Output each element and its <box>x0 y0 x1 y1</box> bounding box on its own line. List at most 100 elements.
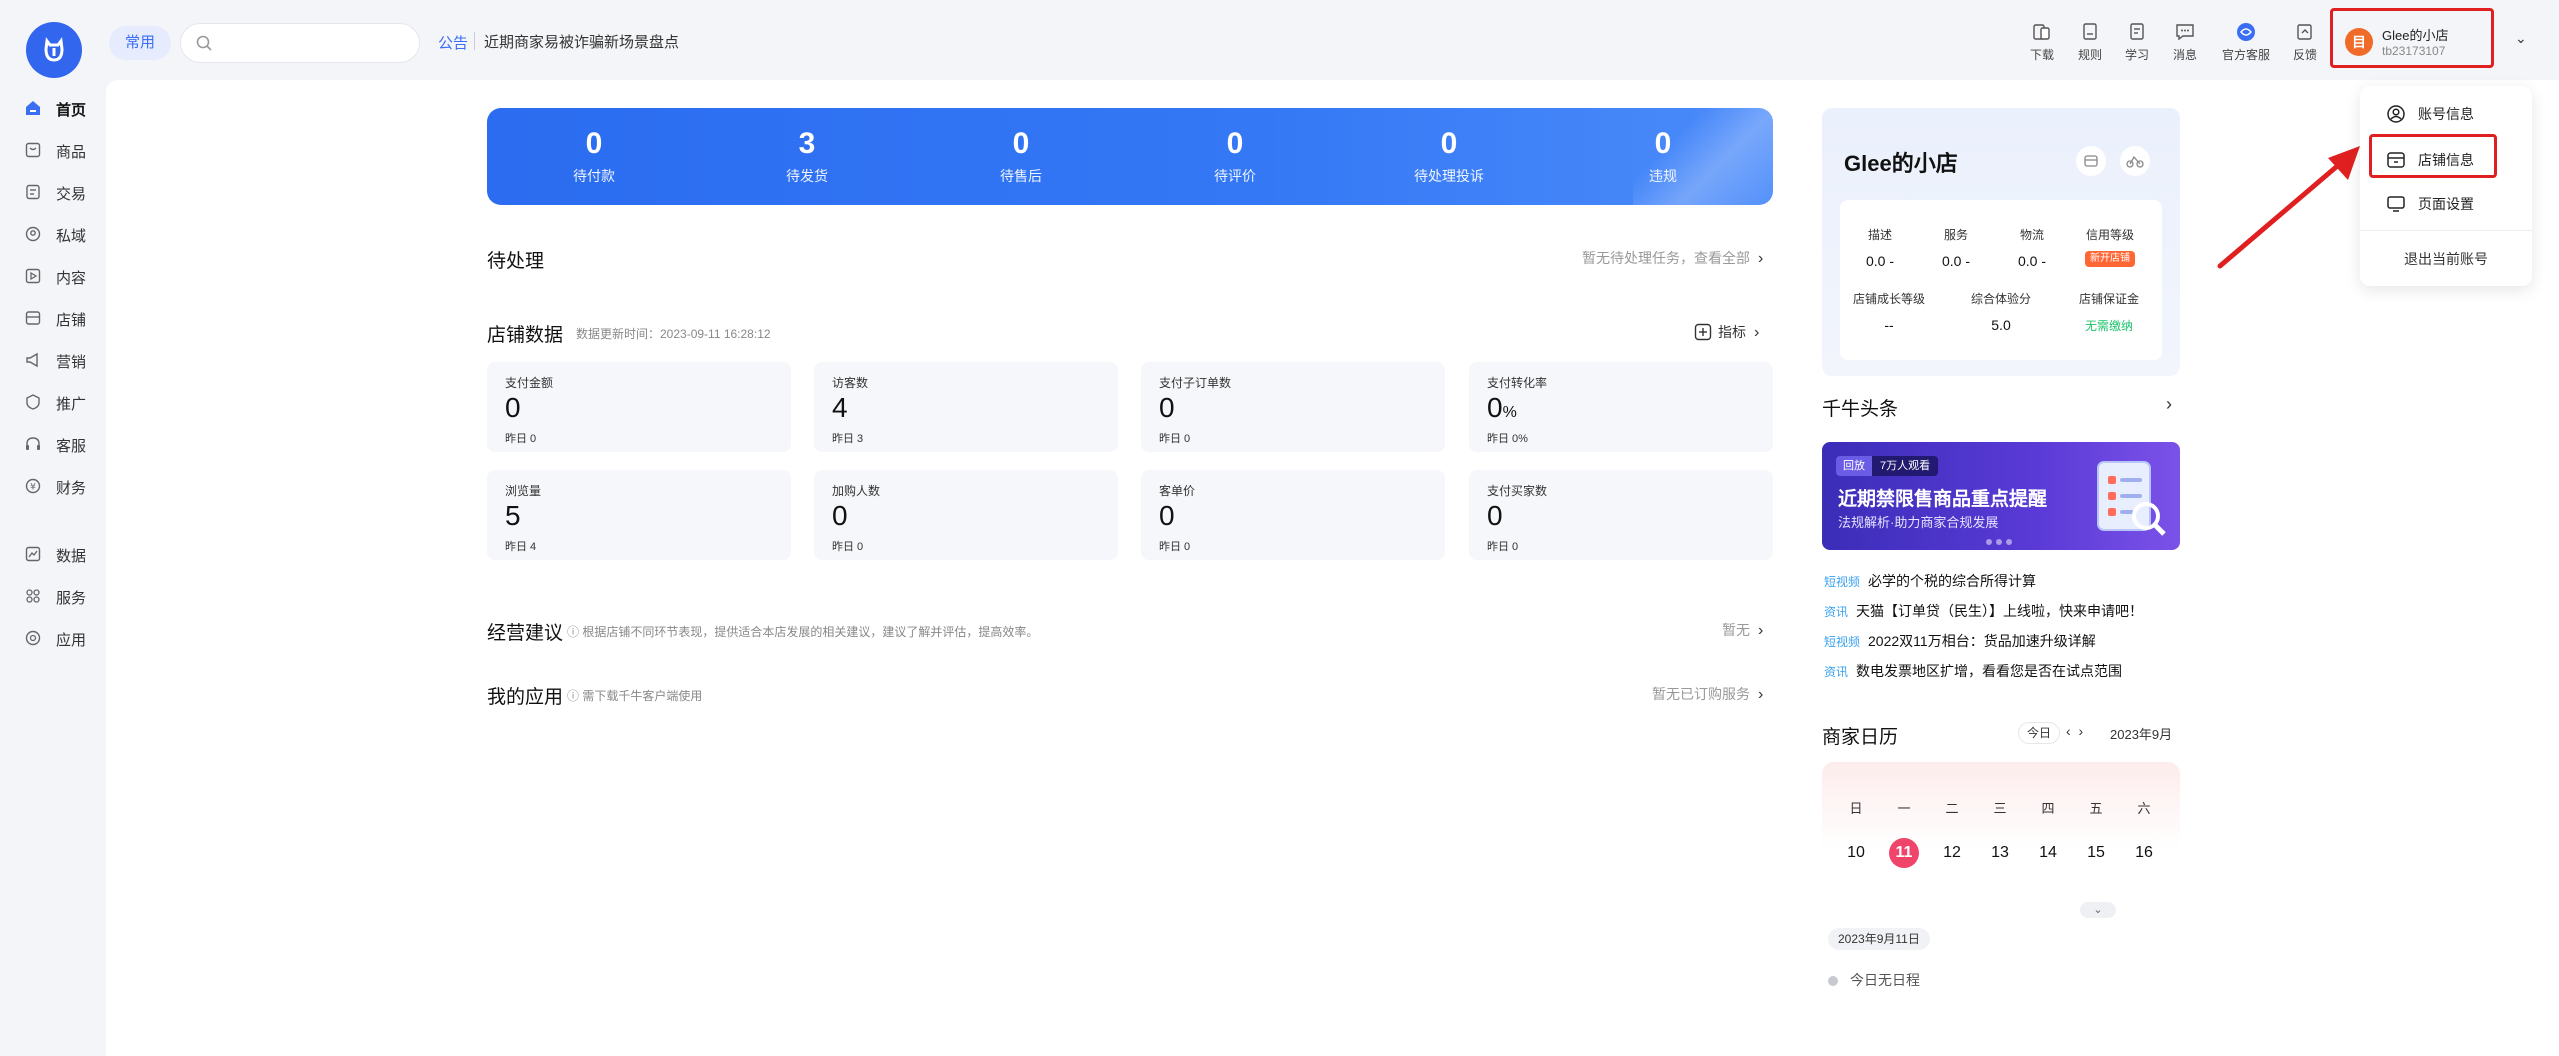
news-text: 2022双11万相台：货品加速升级详解 <box>1868 633 2096 649</box>
carousel-dot[interactable] <box>1996 539 2002 545</box>
carousel-dot[interactable] <box>1986 539 1992 545</box>
news-item[interactable]: 短视频 2022双11万相台：货品加速升级详解 <box>1824 631 2096 651</box>
stat-pending-shipment[interactable]: 3 待发货 <box>747 128 867 186</box>
stat-complaints[interactable]: 0 待处理投诉 <box>1389 128 1509 186</box>
menu-logout[interactable]: 退出当前账号 <box>2360 249 2532 269</box>
calendar-day-selected[interactable]: 11 <box>1889 838 1919 868</box>
ad-tag-replay: 回放 <box>1836 456 1872 476</box>
trade-icon <box>26 184 40 200</box>
notice-tag[interactable]: 公告 <box>438 32 468 53</box>
todo-view-all[interactable]: 暂无待处理任务，查看全部 › <box>1582 248 1763 268</box>
qianniu-logo[interactable] <box>26 22 82 78</box>
metric-title: 浏览量 <box>505 484 542 498</box>
calendar-day[interactable]: 13 <box>1985 838 2015 868</box>
metric-deposit[interactable]: 店铺保证金 无需缴纳 <box>2064 290 2154 334</box>
sidebar-item-label: 首页 <box>56 102 87 119</box>
shop-account-button[interactable]: 目 Glee的小店 tb23173107 <box>2330 8 2494 68</box>
notice-text[interactable]: 近期商家易被诈骗新场景盘点 <box>484 31 679 52</box>
top-bar: 常用 公告 近期商家易被诈骗新场景盘点 下载 规则 学习 消息 官方客服 反馈 … <box>0 0 2559 80</box>
tool-feedback[interactable]: 反馈 <box>2281 22 2329 63</box>
tool-official-service[interactable]: 官方客服 <box>2220 22 2272 63</box>
stat-label: 待售后 <box>1000 168 1042 184</box>
search-box[interactable] <box>180 23 420 63</box>
metric-service: 服务 0.0 - <box>1916 226 1996 269</box>
news-item[interactable]: 资讯 数电发票地区扩增，看看您是否在试点范围 <box>1824 661 2122 681</box>
menu-label: 页面设置 <box>2418 196 2474 212</box>
sidebar-item-home[interactable]: 首页 <box>24 94 104 122</box>
stat-label: 待付款 <box>573 168 615 184</box>
sidebar-item-apps[interactable]: 应用 <box>24 624 104 652</box>
chevron-left-icon[interactable]: ‹ <box>2066 723 2071 739</box>
calendar-day[interactable]: 15 <box>2081 838 2111 868</box>
metric-card-paying-buyers[interactable]: 支付买家数 0 昨日 0 <box>1469 470 1773 560</box>
chevron-right-icon[interactable]: › <box>2166 394 2172 415</box>
calendar-day[interactable]: 12 <box>1937 838 1967 868</box>
tool-download[interactable]: 下载 <box>2018 22 2066 63</box>
advice-note-text: 根据店铺不同环节表现，提供适合本店发展的相关建议，建议了解并评估，提高效率。 <box>582 625 1039 639</box>
weekday: 二 <box>1945 801 1959 816</box>
shop-delivery-icon[interactable] <box>2120 146 2150 176</box>
stat-violations[interactable]: 0 违规 <box>1603 128 1723 186</box>
sidebar-item-marketing[interactable]: 营销 <box>24 346 104 374</box>
tool-learn[interactable]: 学习 <box>2113 22 2161 63</box>
data-icon <box>25 546 41 562</box>
metric-value: 0 <box>1159 392 1175 423</box>
calendar-day[interactable]: 14 <box>2033 838 2063 868</box>
metric-title: 支付转化率 <box>1487 376 1548 390</box>
chevron-down-icon[interactable]: ⌄ <box>2515 30 2527 47</box>
sidebar-item-label: 店铺 <box>56 312 87 329</box>
calendar-day[interactable]: 10 <box>1841 838 1871 868</box>
search-input[interactable] <box>221 28 411 58</box>
metric-card-page-views[interactable]: 浏览量 5 昨日 4 <box>487 470 791 560</box>
sidebar-item-data[interactable]: 数据 <box>24 540 104 568</box>
chevron-right-icon: › <box>1754 324 1760 341</box>
sidebar-item-private[interactable]: 私域 <box>24 220 104 248</box>
sidebar-item-store[interactable]: 店铺 <box>24 304 104 332</box>
weekday: 五 <box>2089 801 2103 816</box>
advice-more[interactable]: 暂无 › <box>1722 620 1763 640</box>
calendar-expand-button[interactable]: ⌄ <box>2080 902 2116 918</box>
metric-title: 支付买家数 <box>1487 484 1548 498</box>
news-item[interactable]: 短视频 必学的个税的综合所得计算 <box>1824 571 2036 591</box>
metric-value: 5 <box>505 500 521 531</box>
sidebar-item-content[interactable]: 内容 <box>24 262 104 290</box>
common-chip[interactable]: 常用 <box>109 26 172 60</box>
metrics-button[interactable]: 指标 › <box>1694 322 1759 342</box>
news-ad-banner[interactable]: 回放 7万人观看 近期禁限售商品重点提醒 法规解析·助力商家合规发展 <box>1822 442 2180 550</box>
news-item[interactable]: 资讯 天猫【订单贷（民生）】上线啦，快来申请吧！ <box>1824 601 2143 621</box>
shop-card-name: Glee的小店 <box>1844 151 1958 176</box>
carousel-dots[interactable] <box>1986 532 2016 550</box>
stat-value: 0 <box>1226 127 1244 160</box>
metric-card-sub-orders[interactable]: 支付子订单数 0 昨日 0 <box>1141 362 1445 452</box>
ad-tags: 回放 7万人观看 <box>1836 456 1939 476</box>
calendar-today-button[interactable]: 今日 <box>2018 722 2061 744</box>
stat-pending-payment[interactable]: 0 待付款 <box>534 128 654 186</box>
sidebar-item-promotion[interactable]: 推广 <box>24 388 104 416</box>
tool-label: 下载 <box>2029 48 2054 62</box>
stat-value: 0 <box>1440 127 1458 160</box>
stat-after-sale[interactable]: 0 待售后 <box>961 128 1081 186</box>
stat-pending-review[interactable]: 0 待评价 <box>1175 128 1295 186</box>
sidebar-item-customer-service[interactable]: 客服 <box>24 430 104 458</box>
metric-card-add-to-cart[interactable]: 加购人数 0 昨日 0 <box>814 470 1118 560</box>
metric-card-visitors[interactable]: 访客数 4 昨日 3 <box>814 362 1118 452</box>
tool-messages[interactable]: 消息 <box>2161 22 2209 63</box>
menu-page-settings[interactable]: 页面设置 <box>2360 182 2532 224</box>
goods-icon <box>25 142 41 158</box>
my-apps-more[interactable]: 暂无已订购服务 › <box>1652 684 1763 704</box>
sidebar-item-goods[interactable]: 商品 <box>24 136 104 164</box>
sidebar-item-services[interactable]: 服务 <box>24 582 104 610</box>
sidebar-item-trade[interactable]: 交易 <box>24 178 104 206</box>
chevron-right-icon[interactable]: › <box>2078 723 2083 739</box>
service-icon <box>2237 23 2255 41</box>
menu-account-info[interactable]: 账号信息 <box>2360 92 2532 134</box>
shop-store-icon[interactable] <box>2076 146 2106 176</box>
calendar-day[interactable]: 16 <box>2129 838 2159 868</box>
metric-card-payment-amount[interactable]: 支付金额 0 昨日 0 <box>487 362 791 452</box>
headset-icon <box>26 437 40 450</box>
metric-card-avg-order-value[interactable]: 客单价 0 昨日 0 <box>1141 470 1445 560</box>
tool-rules[interactable]: 规则 <box>2066 22 2114 63</box>
sidebar-item-finance[interactable]: ¥ 财务 <box>24 472 104 500</box>
carousel-dot[interactable] <box>2006 539 2012 545</box>
metric-card-conversion-rate[interactable]: 支付转化率 0% 昨日 0% <box>1469 362 1773 452</box>
